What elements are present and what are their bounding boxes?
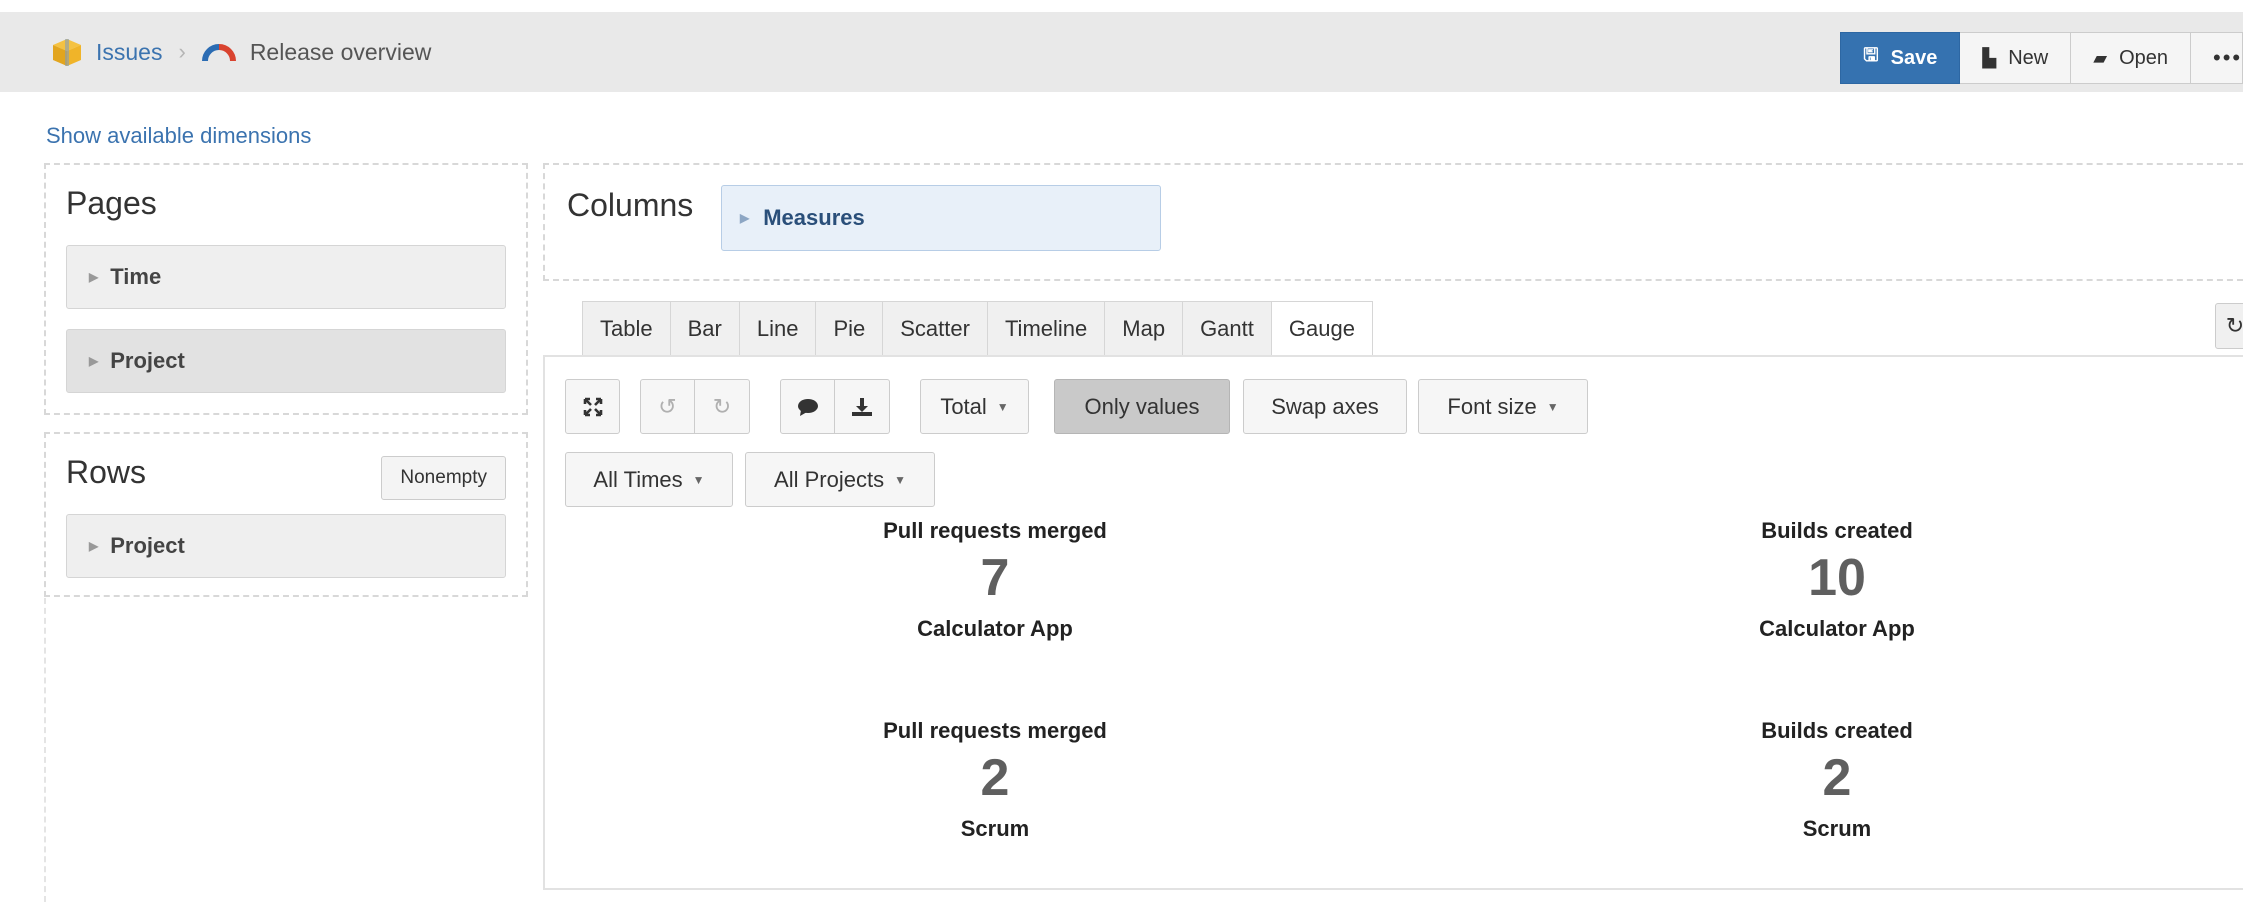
gauge-measure: Builds created — [1761, 718, 1913, 743]
download-icon — [852, 397, 872, 416]
floppy-disk-icon: 🖫 — [1863, 45, 1879, 65]
report-actions: 🖫 Save ▙ New ▰ Open ••• — [1840, 32, 2243, 84]
gauge-project: Scrum — [960, 816, 1030, 841]
columns-panel: Columns ▶ Measures — [543, 163, 2243, 281]
chart-area: ↺ ↻ Total ▼ Only values Swap axes Font s… — [543, 355, 2243, 890]
all-times-filter[interactable]: All Times ▼ — [565, 452, 733, 507]
nonempty-button[interactable]: Nonempty — [381, 456, 506, 500]
more-label: ••• — [2213, 45, 2243, 70]
redo-icon: ↻ — [712, 393, 732, 419]
tab-table[interactable]: Table — [582, 301, 670, 356]
breadcrumb: Issues › Release overview — [50, 12, 431, 92]
total-dropdown[interactable]: Total ▼ — [920, 379, 1029, 434]
pages-panel: Pages ▶ Time ▶ Project — [44, 163, 528, 415]
pages-dimension-project[interactable]: ▶ Project — [66, 329, 506, 393]
tab-line[interactable]: Line — [738, 301, 816, 356]
gauge-measure: Pull requests merged — [883, 718, 1107, 743]
tab-map[interactable]: Map — [1104, 301, 1183, 356]
all-projects-filter[interactable]: All Projects ▼ — [745, 452, 935, 507]
tab-timeline[interactable]: Timeline — [986, 301, 1105, 356]
document-icon: ▙ — [1982, 47, 1997, 68]
dimension-label: Project — [110, 348, 185, 373]
gauge-value: 10 — [1808, 549, 1866, 607]
rows-panel: Rows Nonempty ▶ Project — [44, 432, 528, 597]
tab-bar[interactable]: Bar — [669, 301, 739, 356]
tab-gauge[interactable]: Gauge — [1270, 301, 1373, 356]
caret-down-icon: ▼ — [1546, 399, 1559, 414]
gauge-project: Scrum — [1802, 816, 1872, 841]
new-label: New — [2008, 46, 2049, 69]
caret-down-icon: ▼ — [692, 472, 705, 487]
chart-type-tabs: Table Bar Line Pie Scatter Timeline Map … — [582, 301, 1373, 356]
dimension-label: Measures — [763, 205, 865, 230]
only-values-toggle[interactable]: Only values — [1054, 379, 1230, 434]
breadcrumb-current: Release overview — [249, 38, 432, 65]
comment-button[interactable] — [780, 379, 835, 434]
gauge-pull-requests-scrum: Pull requests merged 2 Scrum — [745, 718, 1245, 842]
swap-axes-button[interactable]: Swap axes — [1243, 379, 1407, 434]
gauge-builds-calculator: Builds created 10 Calculator App — [1587, 518, 2087, 642]
expand-icon — [583, 397, 602, 416]
gauge-measure: Pull requests merged — [883, 518, 1107, 543]
refresh-icon: ↻ — [2225, 313, 2243, 338]
columns-title: Columns — [567, 187, 694, 223]
more-actions-button[interactable]: ••• — [2191, 32, 2243, 84]
expand-triangle-icon: ▶ — [89, 539, 99, 553]
refresh-button[interactable]: ↻ — [2215, 303, 2243, 349]
undo-button[interactable]: ↺ — [640, 379, 695, 434]
dimension-label: Time — [110, 264, 162, 289]
fullscreen-button[interactable] — [565, 379, 620, 434]
issues-box-icon — [53, 39, 81, 66]
open-label: Open — [2119, 46, 2168, 69]
total-label: Total — [940, 393, 987, 419]
expand-triangle-icon: ▶ — [89, 354, 99, 368]
comment-icon — [797, 398, 818, 416]
gauge-project: Calculator App — [917, 616, 1073, 641]
gauge-project: Calculator App — [1759, 616, 1915, 641]
expand-triangle-icon: ▶ — [89, 270, 99, 284]
gauge-builds-scrum: Builds created 2 Scrum — [1587, 718, 2087, 842]
save-button[interactable]: 🖫 Save — [1840, 32, 1961, 84]
gauge-pull-requests-calculator: Pull requests merged 7 Calculator App — [745, 518, 1245, 642]
all-projects-label: All Projects — [774, 466, 885, 492]
top-bar: Issues › Release overview 🖫 Save ▙ New ▰… — [0, 12, 2243, 92]
open-button[interactable]: ▰ Open — [2071, 32, 2191, 84]
breadcrumb-issues-link[interactable]: Issues — [96, 39, 162, 66]
redo-button[interactable]: ↻ — [695, 379, 750, 434]
dimension-label: Project — [110, 533, 185, 558]
caret-down-icon: ▼ — [894, 472, 906, 487]
rows-dimension-project[interactable]: ▶ Project — [66, 514, 506, 578]
export-button[interactable] — [835, 379, 890, 434]
gauge-value: 7 — [980, 549, 1010, 607]
expand-triangle-icon: ▶ — [740, 211, 750, 225]
undo-icon: ↺ — [658, 393, 677, 419]
gauge-icon — [201, 44, 236, 62]
caret-down-icon: ▼ — [996, 399, 1009, 414]
tab-scatter[interactable]: Scatter — [882, 301, 987, 356]
font-size-label: Font size — [1447, 393, 1537, 419]
new-button[interactable]: ▙ New — [1960, 32, 2072, 84]
tab-gantt[interactable]: Gantt — [1182, 301, 1271, 356]
columns-dimension-measures[interactable]: ▶ Measures — [721, 185, 1161, 251]
folder-icon: ▰ — [2093, 47, 2108, 68]
pages-dimension-time[interactable]: ▶ Time — [66, 245, 506, 309]
breadcrumb-separator: › — [178, 39, 186, 64]
pages-title: Pages — [66, 185, 157, 221]
save-label: Save — [1890, 46, 1938, 69]
rows-title: Rows — [66, 454, 147, 490]
left-panel-border — [44, 598, 46, 902]
tab-pie[interactable]: Pie — [815, 301, 883, 356]
gauge-value: 2 — [980, 749, 1010, 807]
gauge-value: 2 — [1822, 749, 1852, 807]
font-size-dropdown[interactable]: Font size ▼ — [1418, 379, 1588, 434]
all-times-label: All Times — [593, 466, 683, 492]
show-available-dimensions-link[interactable]: Show available dimensions — [46, 123, 311, 149]
gauge-measure: Builds created — [1761, 518, 1913, 543]
